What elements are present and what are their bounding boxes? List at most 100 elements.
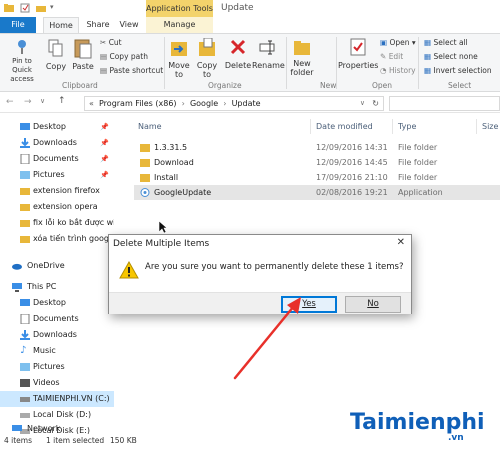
edit-label: Edit: [388, 52, 404, 61]
nav-item-onedrive[interactable]: OneDrive: [0, 258, 114, 274]
column-header-name[interactable]: Name: [138, 122, 162, 131]
no-button[interactable]: No: [345, 296, 401, 313]
warning-icon: [119, 261, 139, 279]
folder-icon: [20, 204, 30, 211]
copy-button[interactable]: Copy: [44, 37, 68, 79]
recent-locations-icon[interactable]: ∨: [40, 97, 45, 105]
nav-item-desktop-quick[interactable]: Desktop 📌: [0, 119, 114, 135]
move-to-label: Move to: [168, 61, 190, 79]
rename-button[interactable]: Rename: [252, 37, 285, 79]
paste-button[interactable]: Paste: [70, 37, 96, 79]
nav-label: xóa tiến trình google: [33, 234, 114, 243]
properties-button[interactable]: Properties: [338, 37, 378, 79]
qat-dropdown-icon[interactable]: ▾: [50, 3, 54, 11]
nav-item-pictures[interactable]: Pictures: [0, 359, 114, 375]
cut-button[interactable]: ✂ Cut: [100, 38, 122, 48]
up-arrow-icon[interactable]: ↑: [58, 96, 66, 106]
path-segment-3[interactable]: Update: [232, 99, 261, 108]
folder-icon: [140, 174, 150, 182]
nav-item-documents-quick[interactable]: Documents 📌: [0, 151, 114, 167]
properties-qat-icon[interactable]: [20, 3, 30, 13]
nav-item-this-pc[interactable]: This PC: [0, 279, 114, 295]
file-row[interactable]: Download 12/09/2016 14:45 File folder: [134, 155, 500, 170]
file-type: File folder: [398, 173, 438, 182]
nav-label: fix lỗi ko bắt được wi: [33, 218, 114, 227]
new-group-label: New: [320, 81, 337, 90]
nav-item-documents[interactable]: Documents: [0, 311, 114, 327]
nav-item-folder[interactable]: xóa tiến trình google: [0, 231, 114, 247]
path-chevron-icon: ›: [179, 99, 188, 108]
paste-label: Paste: [72, 62, 94, 71]
new-folder-qat-icon[interactable]: [36, 3, 46, 13]
tab-home[interactable]: Home: [43, 17, 79, 33]
new-folder-icon: [294, 41, 310, 55]
tab-share[interactable]: Share: [84, 17, 112, 33]
nav-item-drive-c[interactable]: TAIMIENPHI.VN (C:): [0, 391, 114, 407]
file-date: 17/09/2016 21:10: [316, 173, 388, 182]
history-label: History: [388, 66, 416, 75]
open-dropdown-icon: ▾: [411, 38, 416, 47]
column-header-type[interactable]: Type: [398, 122, 416, 131]
column-header-size[interactable]: Size: [482, 122, 498, 131]
open-button[interactable]: ▣ Open ▾: [380, 38, 416, 48]
tab-manage[interactable]: Manage: [146, 17, 213, 33]
dialog-close-icon[interactable]: ✕: [397, 237, 405, 248]
copy-to-button[interactable]: Copy to: [194, 37, 220, 79]
nav-item-folder[interactable]: extension firefox: [0, 183, 114, 199]
tab-file[interactable]: File: [0, 17, 36, 33]
file-date: 12/09/2016 14:45: [316, 158, 388, 167]
nav-item-pictures-quick[interactable]: Pictures 📌: [0, 167, 114, 183]
copy-path-button[interactable]: ▤ Copy path: [100, 52, 148, 62]
select-none-label: Select none: [433, 52, 478, 61]
delete-label: Delete: [224, 61, 252, 70]
edit-button[interactable]: ✎ Edit: [380, 52, 403, 62]
select-all-button[interactable]: ▦ Select all: [424, 38, 468, 48]
organize-group-label: Organize: [208, 81, 242, 90]
back-arrow-icon[interactable]: ←: [6, 97, 14, 107]
file-row[interactable]: 1.3.31.5 12/09/2016 14:31 File folder: [134, 140, 500, 155]
column-separator[interactable]: [392, 119, 393, 134]
pin-to-quick-access-button[interactable]: Pin to Quick access: [2, 37, 42, 83]
column-separator[interactable]: [310, 119, 311, 134]
dialog-title: Delete Multiple Items: [113, 239, 210, 249]
window-title: Update: [221, 3, 254, 13]
history-icon: ◔: [380, 66, 387, 75]
copy-path-label: Copy path: [109, 52, 148, 61]
path-segment-2[interactable]: Google: [190, 99, 218, 108]
invert-selection-button[interactable]: ▦ Invert selection: [424, 66, 492, 76]
nav-item-videos[interactable]: Videos: [0, 375, 114, 391]
nav-item-downloads-quick[interactable]: Downloads 📌: [0, 135, 114, 151]
paste-shortcut-button[interactable]: ▤ Paste shortcut: [100, 66, 163, 76]
ribbon-separator: [164, 37, 165, 89]
tab-view[interactable]: View: [116, 17, 142, 33]
address-input[interactable]: « Program Files (x86) › Google › Update …: [84, 96, 384, 111]
network-icon: [12, 425, 22, 431]
nav-item-desktop[interactable]: Desktop: [0, 295, 114, 311]
select-group-label: Select: [448, 81, 472, 90]
clipboard-group-label: Clipboard: [62, 81, 98, 90]
address-dropdown-icon[interactable]: ∨: [360, 97, 365, 110]
delete-button[interactable]: Delete: [224, 37, 252, 79]
nav-item-folder[interactable]: fix lỗi ko bắt được wi: [0, 215, 114, 231]
nav-item-music[interactable]: ♪ Music: [0, 343, 114, 359]
nav-label: Local Disk (D:): [33, 410, 92, 419]
column-header-date[interactable]: Date modified: [316, 122, 373, 131]
search-input[interactable]: [389, 96, 500, 111]
move-to-button[interactable]: Move to: [166, 37, 192, 79]
history-button[interactable]: ◔ History: [380, 66, 416, 76]
nav-item-downloads[interactable]: Downloads: [0, 327, 114, 343]
no-label: No: [367, 299, 379, 309]
column-separator[interactable]: [476, 119, 477, 134]
new-folder-button[interactable]: New folder: [288, 37, 316, 79]
file-row[interactable]: Install 17/09/2016 21:10 File folder: [134, 170, 500, 185]
videos-icon: [20, 379, 30, 387]
nav-item-drive-d[interactable]: Local Disk (D:): [0, 407, 114, 423]
path-segment-1[interactable]: Program Files (x86): [99, 99, 177, 108]
copy-label: Copy: [45, 62, 67, 71]
file-row-selected[interactable]: GoogleUpdate 02/08/2016 19:21 Applicatio…: [134, 185, 500, 200]
nav-item-folder[interactable]: extension opera: [0, 199, 114, 215]
forward-arrow-icon[interactable]: →: [24, 97, 32, 107]
pin-label: Pin to Quick access: [10, 57, 34, 83]
refresh-icon[interactable]: ↻: [372, 97, 379, 110]
select-none-button[interactable]: ▦ Select none: [424, 52, 478, 62]
